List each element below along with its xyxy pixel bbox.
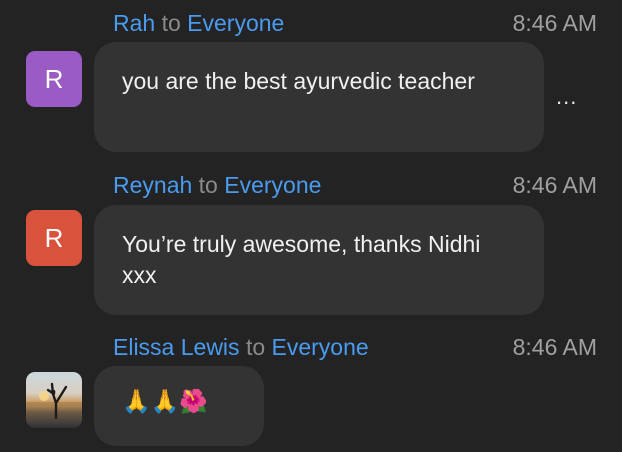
sender-name[interactable]: Elissa Lewis — [113, 334, 240, 360]
chat-panel: Rah to Everyone 8:46 AM R you are the be… — [0, 0, 622, 452]
more-options-button[interactable]: ... — [556, 84, 577, 110]
message-bubble[interactable]: you are the best ayurvedic teacher — [94, 42, 544, 152]
message-header: Elissa Lewis to Everyone — [113, 332, 369, 362]
to-label: to — [245, 334, 266, 360]
recipient-name[interactable]: Everyone — [224, 172, 321, 198]
chat-message: Rah to Everyone 8:46 AM R you are the be… — [0, 8, 622, 158]
sender-name[interactable]: Reynah — [113, 172, 192, 198]
more-options-icon: ... — [556, 84, 578, 109]
recipient-name[interactable]: Everyone — [187, 10, 284, 36]
avatar: R — [26, 210, 82, 266]
message-time: 8:46 AM — [512, 172, 597, 198]
message-text: you are the best ayurvedic teacher — [122, 68, 475, 94]
beach-yoga-photo-icon — [26, 382, 82, 420]
to-label: to — [198, 172, 218, 198]
to-label: to — [161, 10, 181, 36]
chat-message: Reynah to Everyone 8:46 AM R You’re trul… — [0, 170, 622, 320]
message-text: You’re truly awesome, thanks Nidhi xxx — [122, 231, 481, 288]
sender-name[interactable]: Rah — [113, 10, 155, 36]
message-time: 8:46 AM — [512, 10, 597, 36]
message-bubble[interactable]: You’re truly awesome, thanks Nidhi xxx — [94, 205, 544, 315]
avatar-initial: R — [44, 63, 64, 94]
message-time: 8:46 AM — [512, 334, 597, 360]
message-header: Reynah to Everyone — [113, 170, 321, 200]
avatar: R — [26, 51, 82, 107]
message-header: Rah to Everyone — [113, 8, 284, 38]
avatar — [26, 372, 82, 428]
avatar-initial: R — [44, 222, 64, 253]
chat-message: Elissa Lewis to Everyone 8:46 AM 🙏🙏🌺 — [0, 332, 622, 452]
message-bubble[interactable]: 🙏🙏🌺 — [94, 366, 264, 446]
recipient-name[interactable]: Everyone — [272, 334, 369, 360]
message-emoji: 🙏🙏🌺 — [122, 388, 208, 414]
